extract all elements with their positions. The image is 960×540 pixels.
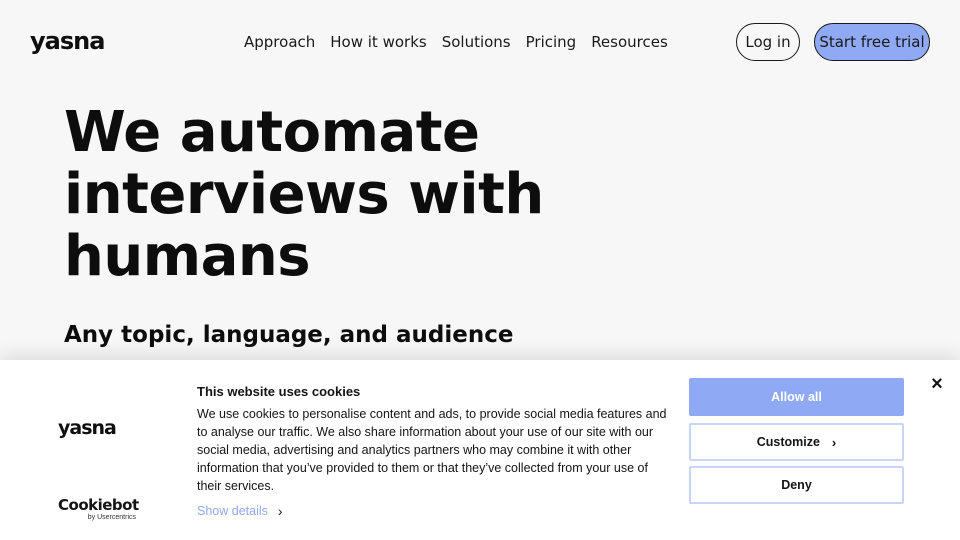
customize-label: Customize (756, 435, 820, 449)
allow-all-button[interactable]: Allow all (689, 378, 904, 416)
chevron-right-icon: › (831, 434, 837, 450)
site-header: yasna Approach How it works Solutions Pr… (0, 0, 960, 84)
nav-pricing[interactable]: Pricing (526, 32, 577, 52)
logo[interactable]: yasna (30, 29, 105, 53)
hero-title-line: We automate (64, 100, 480, 165)
hero-title-line: humans (64, 224, 311, 289)
cookie-title: This website uses cookies (197, 384, 361, 399)
start-free-trial-button[interactable]: Start free trial (814, 23, 930, 61)
nav-resources[interactable]: Resources (591, 32, 668, 52)
customize-button[interactable]: Customize › (689, 423, 904, 461)
hero-subtitle: Any topic, language, and audience (64, 322, 514, 348)
nav-how-it-works[interactable]: How it works (330, 32, 426, 52)
cookiebot-by: by Usercentrics (87, 514, 136, 521)
cookie-description: We use cookies to personalise content an… (197, 407, 667, 493)
deny-button[interactable]: Deny (689, 466, 904, 504)
close-icon[interactable]: × (927, 374, 947, 394)
cookiebot-logo[interactable]: Cookiebot by Usercentrics (58, 496, 139, 522)
show-details-label: Show details (197, 504, 268, 518)
hero-title-line: interviews with (64, 162, 544, 227)
show-details-link[interactable]: Show details › (197, 503, 283, 519)
main-nav: Approach How it works Solutions Pricing … (244, 32, 683, 52)
hero-title: We automate interviews with humans (64, 102, 624, 288)
chevron-right-icon: › (277, 503, 283, 519)
cookie-banner: yasna Cookiebot by Usercentrics This web… (0, 360, 960, 540)
nav-solutions[interactable]: Solutions (442, 32, 511, 52)
cookie-banner-logo: yasna (58, 417, 117, 439)
nav-approach[interactable]: Approach (244, 32, 315, 52)
login-button[interactable]: Log in (736, 23, 800, 61)
cookiebot-name: Cookiebot (58, 496, 139, 514)
